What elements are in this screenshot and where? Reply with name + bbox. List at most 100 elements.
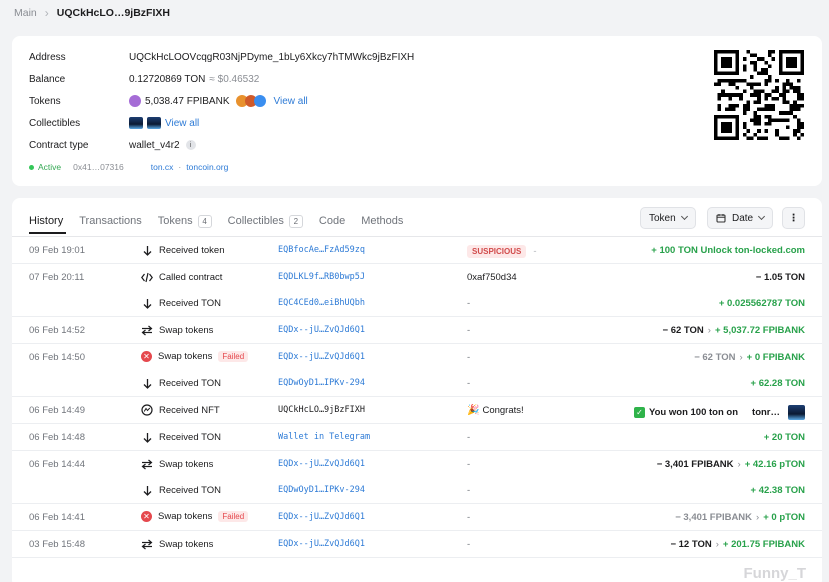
- contract-row: Contract type wallet_v4r2 i: [29, 137, 196, 153]
- table-row[interactable]: 07 Feb 20:11 Called contract EQDLKL9f…RB0b…: [12, 264, 822, 290]
- tx-action: Swap tokens: [141, 538, 213, 550]
- tx-amount: + 20 TON: [764, 432, 805, 443]
- table-row[interactable]: 06 Feb 14:52 Swap tokens EQDx--jU…ZvQJd6Q1…: [12, 317, 822, 343]
- table-row[interactable]: Received TON EQDwOyD1…IPKv-294 - + 42.38 TO…: [12, 477, 822, 503]
- table-row[interactable]: 06 Feb 14:41 ✕ Swap tokens Failed EQDx--jU…Z…: [12, 504, 822, 530]
- tab-methods[interactable]: Methods: [361, 212, 403, 230]
- tx-amount: − 62 TON › + 0 FPIBANK: [694, 352, 805, 363]
- token-filter-dropdown[interactable]: Token: [640, 207, 696, 229]
- chevron-right-icon: ›: [737, 459, 741, 470]
- explorer-separator: ·: [178, 162, 182, 172]
- history-group: 09 Feb 19:01 Received token EQBfocAe…FzAd5…: [12, 237, 822, 264]
- breadcrumb-current: UQCkHcLO…9jBzFIXH: [56, 7, 170, 19]
- breadcrumb: Main › UQCkHcLO…9jBzFIXH: [14, 6, 170, 20]
- tx-date: 09 Feb 19:01: [29, 245, 85, 256]
- tx-action: Received TON: [141, 297, 221, 309]
- check-icon: ✓: [634, 407, 645, 418]
- balance-value: 0.12720869 TON: [129, 73, 206, 85]
- date-filter-label: Date: [732, 212, 754, 224]
- tx-peer-address[interactable]: EQBfocAe…FzAd59zq: [278, 245, 365, 255]
- table-row[interactable]: Received TON EQDwOyD1…IPKv-294 - + 62.28 TO…: [12, 370, 822, 396]
- tx-date: 06 Feb 14:44: [29, 459, 85, 470]
- info-icon[interactable]: i: [185, 140, 196, 150]
- nft-thumbnail-icon[interactable]: [788, 405, 805, 420]
- contract-value: wallet_v4r2: [129, 139, 180, 151]
- tx-peer-address[interactable]: EQDLKL9f…RB0bwp5J: [278, 272, 365, 282]
- tx-note: -: [467, 325, 471, 336]
- state-hash[interactable]: 0x41…07316: [73, 162, 124, 172]
- collectibles-view-all-link[interactable]: View all: [165, 118, 199, 129]
- nft-icon: [141, 404, 153, 416]
- watermark: Funny_T: [743, 565, 807, 582]
- date-filter-dropdown[interactable]: Date: [707, 207, 774, 229]
- tokens-row: Tokens 5,038.47 FPIBANK View all: [29, 93, 308, 109]
- tx-peer-address[interactable]: EQDwOyD1…IPKv-294: [278, 485, 365, 495]
- code-icon: [141, 271, 153, 283]
- chevron-down-icon: [758, 212, 766, 221]
- table-row[interactable]: 09 Feb 19:01 Received token EQBfocAe…FzAd5…: [12, 237, 822, 263]
- tx-note: 0xaf750d34: [467, 272, 517, 283]
- table-row[interactable]: 06 Feb 14:44 Swap tokens EQDx--jU…ZvQJd6Q1…: [12, 451, 822, 477]
- tx-peer-address[interactable]: Wallet in Telegram: [278, 432, 370, 442]
- tx-peer-address[interactable]: EQC4CEd0…eiBhUQbh: [278, 298, 365, 308]
- tx-amount: + 42.38 TON: [751, 485, 805, 496]
- tx-amount: − 3,401 FPIBANK › + 0 pTON: [675, 512, 805, 523]
- tab-transactions[interactable]: Transactions: [79, 212, 142, 230]
- table-row[interactable]: 06 Feb 14:50 ✕ Swap tokens Failed EQDx--jU…Z…: [12, 344, 822, 370]
- history-group: 07 Feb 20:11 Called contract EQDLKL9f…RB0b…: [12, 264, 822, 317]
- tx-peer-address[interactable]: EQDx--jU…ZvQJd6Q1: [278, 325, 365, 335]
- tx-peer-address[interactable]: EQDx--jU…ZvQJd6Q1: [278, 352, 365, 362]
- tx-date: 07 Feb 20:11: [29, 272, 85, 283]
- chevron-right-icon: ›: [739, 352, 743, 363]
- tx-note: -: [467, 432, 471, 443]
- tab-collectibles[interactable]: Collectibles 2: [228, 212, 303, 230]
- failed-x-icon: ✕: [141, 351, 152, 362]
- history-card: History Transactions Tokens 4 Collectible…: [12, 198, 822, 582]
- tab-code[interactable]: Code: [319, 212, 345, 230]
- tokens-view-all-link[interactable]: View all: [274, 96, 308, 107]
- collectible-thumbnail-icon[interactable]: [147, 117, 161, 129]
- address-value[interactable]: UQCkHcLOOVcqgR03NjPDyme_1bLy6Xkcy7hTMWkc…: [129, 52, 414, 63]
- breadcrumb-main-link[interactable]: Main: [14, 7, 37, 19]
- tx-comment: Congrats!: [482, 405, 524, 416]
- amount-out: − 12 TON: [670, 539, 712, 550]
- tx-peer-address[interactable]: UQCkHcLO…9jBzFIXH: [278, 405, 365, 415]
- tab-history[interactable]: History: [29, 212, 63, 230]
- tx-note: -: [467, 378, 471, 389]
- swap-icon: [141, 458, 153, 470]
- qr-code-icon: [714, 50, 804, 140]
- chevron-right-icon: ›: [756, 512, 760, 523]
- history-group: 06 Feb 14:44 Swap tokens EQDx--jU…ZvQJd6Q1…: [12, 451, 822, 504]
- history-group: 06 Feb 14:50 ✕ Swap tokens Failed EQDx--jU…Z…: [12, 344, 822, 397]
- tx-action-label: Swap tokens: [158, 351, 213, 362]
- ton-icon: [253, 95, 266, 107]
- tx-peer-address[interactable]: EQDwOyD1…IPKv-294: [278, 378, 365, 388]
- table-row[interactable]: Received TON EQC4CEd0…eiBhUQbh - + 0.025562…: [12, 290, 822, 316]
- more-options-button[interactable]: ⋮: [782, 207, 805, 229]
- tx-action-label: Received token: [159, 244, 225, 256]
- tx-peer-address[interactable]: EQDx--jU…ZvQJd6Q1: [278, 459, 365, 469]
- table-row[interactable]: 06 Feb 14:49 Received NFT UQCkHcLO…9jBzFIX…: [12, 397, 822, 423]
- breadcrumb-separator: ›: [44, 6, 49, 20]
- collectible-thumbnail-icon[interactable]: [129, 117, 143, 129]
- failed-badge: Failed: [218, 351, 249, 362]
- tx-peer-address[interactable]: EQDx--jU…ZvQJd6Q1: [278, 539, 365, 549]
- balance-usd: ≈ $0.46532: [209, 73, 260, 85]
- tx-amount: − 3,401 FPIBANK › + 42.16 pTON: [657, 459, 805, 470]
- table-row[interactable]: 03 Feb 15:48 Swap tokens EQDx--jU…ZvQJd6Q1…: [12, 531, 822, 557]
- history-group: 06 Feb 14:52 Swap tokens EQDx--jU…ZvQJd6Q1…: [12, 317, 822, 344]
- tx-note: SUSPICIOUS -: [467, 245, 537, 258]
- token-filter-label: Token: [649, 212, 676, 224]
- tx-amount: − 62 TON › + 5,037.72 FPIBANK: [663, 325, 805, 336]
- explorer-link-toncx[interactable]: ton.cx: [151, 162, 174, 172]
- explorer-link-toncoin[interactable]: toncoin.org: [186, 162, 228, 172]
- collectibles-row: Collectibles View all: [29, 115, 199, 131]
- tab-tokens[interactable]: Tokens 4: [158, 212, 212, 230]
- tx-note: -: [467, 512, 471, 523]
- tx-peer-address[interactable]: EQDx--jU…ZvQJd6Q1: [278, 512, 365, 522]
- history-group: 06 Feb 14:48 Received TON Wallet in Telegr…: [12, 424, 822, 451]
- table-row[interactable]: 06 Feb 14:48 Received TON Wallet in Telegr…: [12, 424, 822, 450]
- history-group: 06 Feb 14:41 ✕ Swap tokens Failed EQDx--jU…Z…: [12, 504, 822, 531]
- tx-action-label: Called contract: [159, 271, 223, 283]
- failed-x-icon: ✕: [141, 511, 152, 522]
